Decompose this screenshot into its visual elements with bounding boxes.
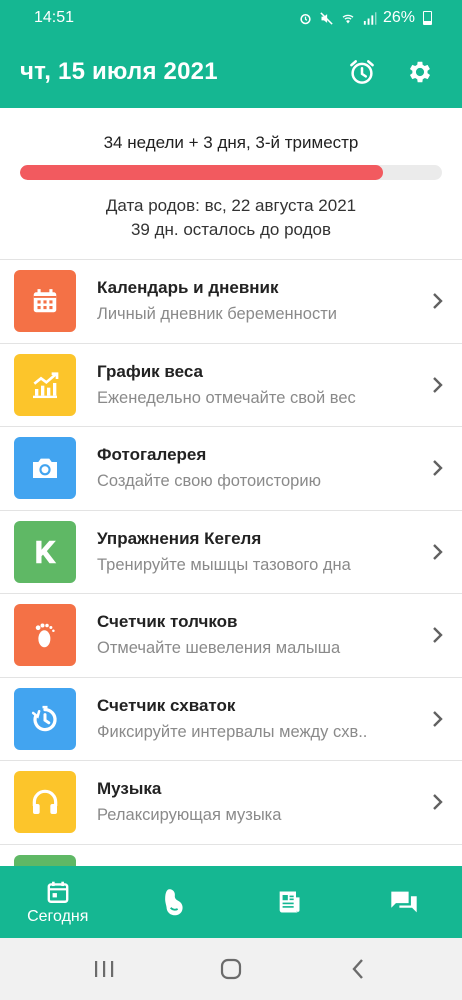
- recent-apps-icon: [94, 961, 113, 977]
- app-bar: чт, 15 июля 2021: [0, 36, 462, 108]
- wifi-icon: [342, 14, 354, 23]
- calendar-icon: [47, 881, 69, 903]
- pregnancy-progress-bar: [20, 165, 442, 180]
- baby-icon: [165, 889, 183, 916]
- menu-item-calendar[interactable]: Календарь и дневник Личный дневник берем…: [0, 260, 462, 344]
- menu-item-text: Упражнения Кегеля Тренируйте мышцы тазов…: [97, 529, 418, 575]
- chevron-right-icon: [426, 626, 448, 644]
- camera-icon: [33, 458, 57, 479]
- menu-item-photo-gallery[interactable]: Фотогалерея Создайте свою фотоисторию: [0, 427, 462, 511]
- tab-baby[interactable]: [116, 866, 232, 938]
- pregnancy-progress-fill: [20, 165, 383, 180]
- due-date: Дата родов: вс, 22 августа 2021: [105, 196, 357, 215]
- chevron-right-icon: [426, 376, 448, 394]
- kegel-k-icon: [36, 540, 57, 563]
- bottom-nav: Сегодня: [0, 866, 462, 938]
- chat-icon: [391, 891, 417, 913]
- menu-item-subtitle: Фиксируйте интервалы между схв..: [97, 722, 368, 741]
- menu-item-text: Фотогалерея Создайте свою фотоисторию: [97, 445, 418, 491]
- menu-item-title: Счетчик схваток: [97, 695, 236, 715]
- chevron-right-icon: [426, 292, 448, 310]
- chevron-right-icon: [426, 459, 448, 477]
- status-time: 14:51: [34, 9, 75, 26]
- menu-item-kegel[interactable]: Упражнения Кегеля Тренируйте мышцы тазов…: [0, 510, 462, 594]
- alarm-status-icon: [300, 13, 311, 24]
- calendar-icon: [33, 289, 57, 313]
- pregnancy-summary[interactable]: 34 недели + 3 дня, 3-й триместр Дата род…: [0, 108, 462, 260]
- articles-icon: [279, 891, 300, 913]
- footprint-icon: [35, 623, 55, 648]
- menu-item-subtitle: Создайте свою фотоисторию: [97, 472, 321, 491]
- page-title[interactable]: чт, 15 июля 2021: [20, 58, 326, 86]
- weight-chart-tile: [14, 353, 76, 416]
- gear-icon: [409, 61, 431, 83]
- status-icons: 26%: [298, 9, 432, 27]
- chevron-right-icon: [426, 543, 448, 561]
- days-left: 39 дн. осталось до родов: [130, 220, 332, 239]
- menu-item-title: Упражнения Кегеля: [97, 528, 262, 548]
- headphones-icon: [32, 790, 58, 815]
- menu-item-subtitle: Личный дневник беременности: [97, 305, 337, 324]
- tab-chat[interactable]: [347, 866, 462, 938]
- menu-item-subtitle: Тренируйте мышцы тазового дна: [97, 555, 351, 574]
- battery-percent: 26%: [382, 9, 415, 26]
- menu-item-title: Календарь и дневник: [97, 278, 279, 298]
- menu-item-kick-counter[interactable]: Счетчик толчков Отмечайте шевеления малы…: [0, 594, 462, 678]
- contraction-counter-tile: [14, 687, 76, 750]
- mute-icon: [320, 11, 333, 25]
- chart-icon: [33, 372, 59, 398]
- back-button[interactable]: [338, 949, 378, 989]
- recent-apps-button[interactable]: [84, 949, 124, 989]
- back-icon: [352, 959, 364, 979]
- menu-item-subtitle: Отмечайте шевеления малыша: [97, 639, 341, 658]
- alarm-button[interactable]: [340, 50, 384, 94]
- partial-tile: [14, 854, 76, 866]
- alarm-icon: [350, 60, 374, 84]
- photo-gallery-tile: [14, 437, 76, 500]
- menu-item-subtitle: Релаксирующая музыка: [97, 806, 282, 825]
- settings-button[interactable]: [398, 50, 442, 94]
- tab-today-label: Сегодня: [27, 907, 89, 925]
- tab-articles[interactable]: [231, 866, 347, 938]
- menu-item-partial[interactable]: [0, 844, 462, 866]
- music-tile: [14, 771, 76, 834]
- feature-list: Календарь и дневник Личный дневник берем…: [0, 260, 462, 866]
- calendar-tile: [14, 270, 76, 333]
- tab-today[interactable]: Сегодня: [0, 866, 116, 938]
- menu-item-text: Календарь и дневник Личный дневник берем…: [97, 278, 418, 324]
- home-icon: [220, 958, 242, 980]
- kick-counter-tile: [14, 604, 76, 667]
- menu-item-weight-chart[interactable]: График веса Еженедельно отмечайте свой в…: [0, 343, 462, 427]
- menu-item-title: Музыка: [97, 779, 162, 799]
- chevron-right-icon: [426, 793, 448, 811]
- menu-item-subtitle: Еженедельно отмечайте свой вес: [97, 388, 356, 407]
- menu-item-title: Счетчик толчков: [97, 612, 238, 632]
- pregnancy-week-text: 34 недели + 3 дня, 3-й триместр: [103, 133, 359, 152]
- system-nav-bar: [0, 938, 462, 1000]
- signal-icon: [363, 11, 377, 25]
- battery-icon: [423, 11, 432, 25]
- menu-item-text: Музыка Релаксирующая музыка: [97, 779, 418, 825]
- kegel-tile: [14, 520, 76, 583]
- due-date-text: Дата родов: вс, 22 августа 2021 39 дн. о…: [0, 194, 462, 242]
- status-bar: 14:51 26%: [0, 0, 462, 36]
- menu-item-contraction-counter[interactable]: Счетчик схваток Фиксируйте интервалы меж…: [0, 677, 462, 761]
- menu-item-title: Фотогалерея: [97, 445, 207, 465]
- home-button[interactable]: [211, 949, 251, 989]
- timer-icon: [31, 705, 57, 731]
- menu-item-text: График веса Еженедельно отмечайте свой в…: [97, 362, 418, 408]
- chevron-right-icon: [426, 710, 448, 728]
- menu-item-text: Счетчик схваток Фиксируйте интервалы меж…: [97, 696, 418, 742]
- menu-item-title: График веса: [97, 361, 203, 381]
- menu-item-music[interactable]: Музыка Релаксирующая музыка: [0, 761, 462, 845]
- menu-item-text: Счетчик толчков Отмечайте шевеления малы…: [97, 612, 418, 658]
